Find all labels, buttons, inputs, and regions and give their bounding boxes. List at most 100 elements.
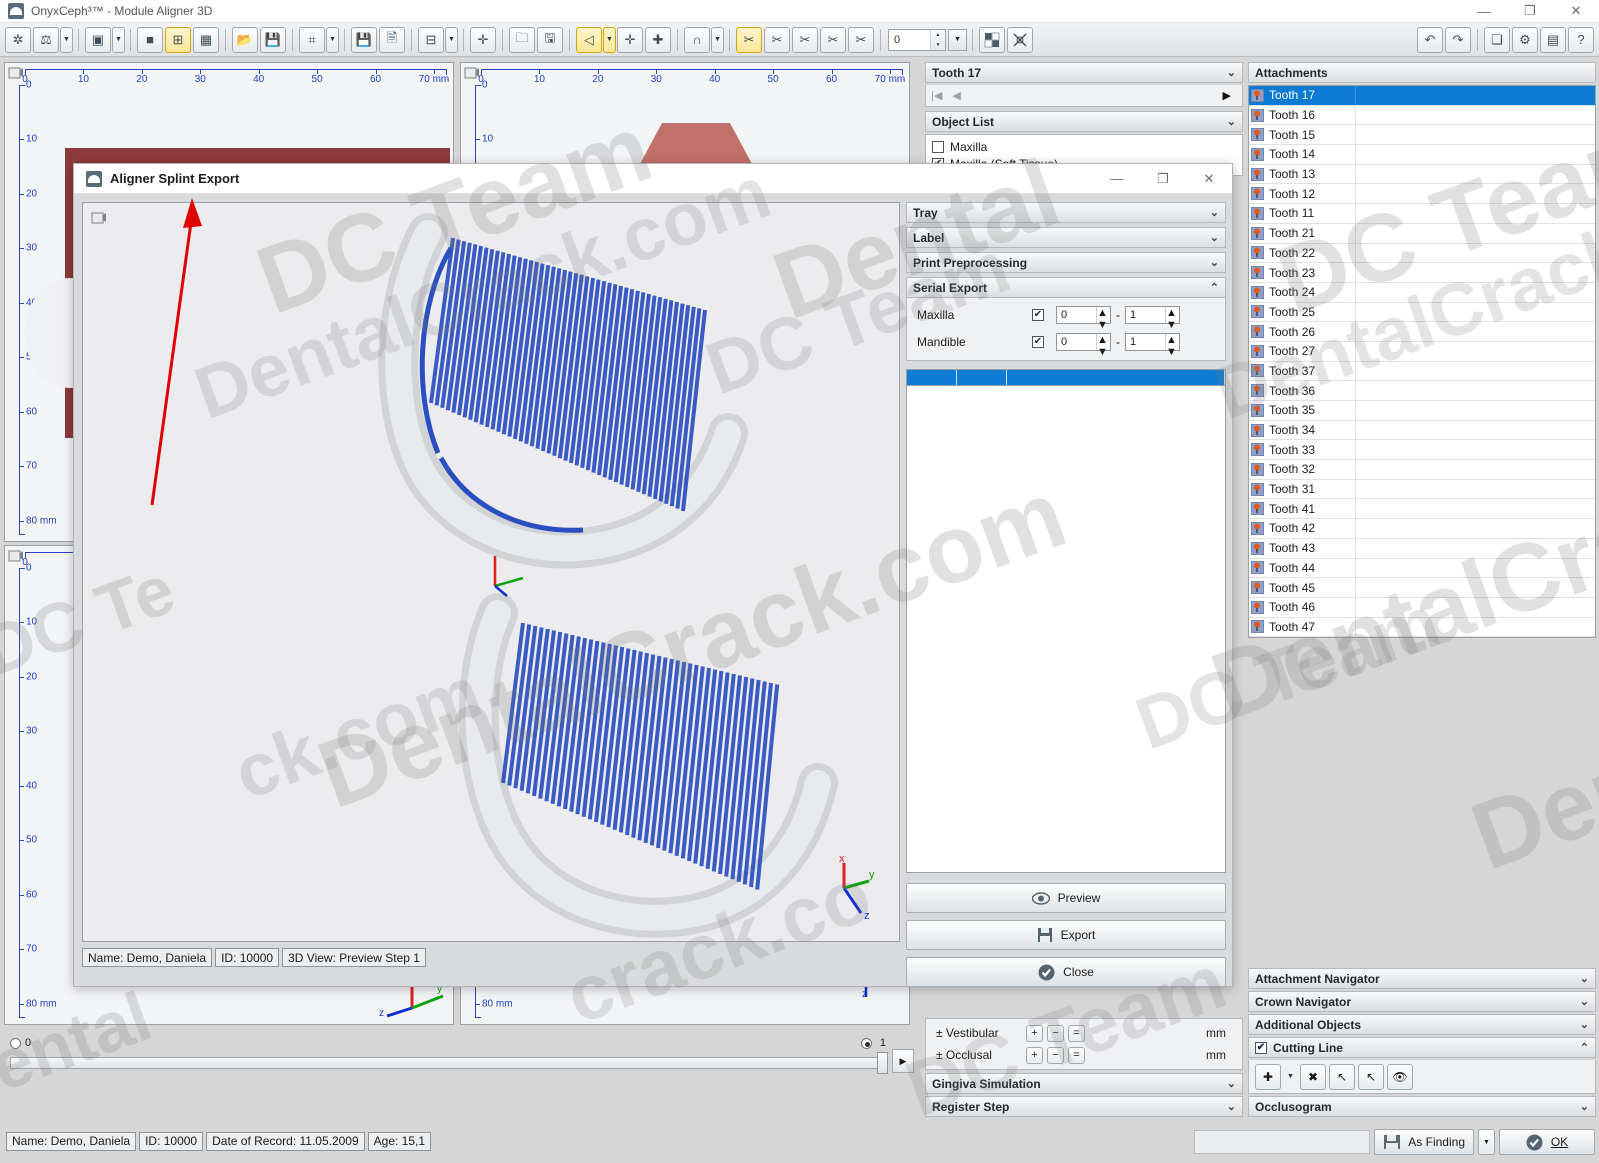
attachments-header[interactable]: Attachments [1248,62,1596,83]
nav-first-button[interactable]: |◀ [931,89,942,102]
timeline-knob[interactable] [877,1052,888,1074]
register-step-header[interactable]: Register Step ⌄ [925,1096,1243,1117]
toggle-visibility-button[interactable]: 👁 [1387,1063,1413,1090]
chevron-down-icon[interactable]: ▼ [1284,1064,1297,1090]
table-row[interactable]: Tooth 25 [1249,302,1595,323]
close-button[interactable]: Close [906,957,1226,987]
maxilla-from-spinbox[interactable]: 0 ▲ ▼ [1056,305,1111,331]
cut-value-dropdown[interactable]: ▼ [948,28,967,51]
occlusal-reset-button[interactable]: = [1068,1046,1085,1064]
chevron-down-icon[interactable]: ⌄ [1227,66,1236,79]
save-preview-tool[interactable]: 💾 [351,26,377,53]
ok-button[interactable]: OK [1499,1129,1595,1155]
preview-button[interactable]: Preview [906,883,1226,913]
maxilla-to-spinbox[interactable]: 1 ▲ ▼ [1125,305,1180,331]
checkbox-export-mandible[interactable]: ✔ [1032,335,1044,348]
table-row[interactable]: Tooth 44 [1249,558,1595,579]
timeline-play-button[interactable]: ▶ [892,1049,914,1073]
table-row[interactable]: Tooth 26 [1249,322,1595,342]
table-row[interactable]: Tooth 37 [1249,361,1595,382]
chevron-down-icon[interactable]: ⌄ [1580,972,1589,985]
add-point-tool[interactable]: ✛ [617,26,643,53]
folder-model-tool[interactable]: 🗀 [509,26,535,53]
vestibular-decrease-button[interactable]: − [1047,1024,1064,1042]
chevron-down-icon[interactable]: ⌄ [1210,206,1219,219]
chevron-down-icon[interactable]: ⌄ [1227,1100,1236,1113]
close-window-button[interactable]: ✕ [1553,0,1599,22]
chevron-down-icon[interactable]: ⌄ [1580,1100,1589,1113]
checkbox-cutting-line[interactable]: ✔ [1255,1041,1267,1054]
chevron-down-icon[interactable]: ⌄ [1227,115,1236,128]
table-row[interactable]: Tooth 32 [1249,460,1595,480]
as-finding-dropdown[interactable]: ▼ [1478,1129,1495,1155]
chevron-down-icon[interactable]: ⌄ [1580,1018,1589,1031]
timeline-start-radio[interactable] [10,1038,21,1049]
cut-y-tool[interactable]: ✂ [792,26,818,53]
mandible-from-spinbox[interactable]: 0 ▲ ▼ [1056,332,1111,358]
chevron-up-icon[interactable]: ⌃ [1580,1041,1589,1054]
section-tray-header[interactable]: Tray ⌄ [906,202,1226,223]
tooth-panel-header[interactable]: Tooth 17 ⌄ [925,62,1243,83]
table-row[interactable]: Tooth 46 [1249,597,1595,618]
3d-cube-tool[interactable]: ▣ [85,26,111,53]
grid-view-layout[interactable]: ▦ [193,26,219,53]
cut-curve-tool[interactable]: ✂ [848,26,874,53]
undo-button[interactable]: ↶ [1417,26,1443,53]
timeline-end-radio[interactable] [861,1038,872,1049]
chevron-down-icon[interactable]: ▼ [112,26,125,53]
checkbox-maxilla[interactable] [932,140,944,153]
table-row[interactable]: Tooth 27 [1249,341,1595,362]
add-cutting-line-button[interactable]: ✚ [1255,1063,1281,1090]
section-cutting-line-header[interactable]: ✔ Cutting Line ⌃ [1248,1037,1596,1058]
chevron-down-icon[interactable]: ⌄ [1210,231,1219,244]
section-attachment-navigator-header[interactable]: Attachment Navigator ⌄ [1248,968,1596,989]
section-occlusogram-header[interactable]: Occlusogram ⌄ [1248,1096,1596,1117]
dialog-close-icon[interactable]: ✕ [1186,164,1232,193]
table-row[interactable]: Tooth 31 [1249,479,1595,500]
dialog-3d-preview[interactable]: x y z [82,202,900,942]
section-print-preprocessing-header[interactable]: Print Preprocessing ⌄ [906,252,1226,273]
open-file-tool[interactable]: 📂 [232,26,258,53]
image-layers-button[interactable]: ❏ [1484,26,1510,53]
table-row[interactable]: Tooth 43 [1249,538,1595,559]
add-help-point-tool[interactable]: ✚ [645,26,671,53]
cut-free-tool[interactable]: ✂ [736,26,762,53]
section-serial-export-header[interactable]: Serial Export ⌃ [906,277,1226,298]
vestibular-increase-button[interactable]: + [1026,1024,1043,1042]
chevron-down-icon[interactable]: ⌄ [1210,256,1219,269]
help-button[interactable]: ? [1568,26,1594,53]
as-finding-button[interactable]: As Finding [1374,1129,1474,1155]
table-row[interactable]: Tooth 17 [1249,86,1595,106]
measure-tool[interactable] [1007,26,1033,53]
save-file-tool[interactable]: 💾 [260,26,286,53]
table-row[interactable]: Tooth 22 [1249,243,1595,264]
chevron-down-icon[interactable]: ▼ [326,26,339,53]
timeline-track[interactable] [10,1057,888,1069]
table-row[interactable]: Tooth 36 [1249,381,1595,401]
frame-tool[interactable]: ⌗ [299,26,325,53]
cut-value-steppers[interactable]: ▲ ▼ [930,29,945,50]
table-row[interactable]: Tooth 33 [1249,440,1595,461]
checker-pattern-tool[interactable] [979,26,1005,53]
articulator-tool[interactable]: ⚖ [33,26,59,53]
asterisk-tool[interactable]: ✲ [5,26,31,53]
table-row[interactable]: Tooth 47 [1249,617,1595,638]
chevron-down-icon[interactable]: ▼ [445,26,458,53]
table-row[interactable]: Tooth 45 [1249,578,1595,598]
occlusal-decrease-button[interactable]: − [1047,1046,1064,1064]
footer-blank-field[interactable] [1194,1130,1371,1154]
nav-next-button[interactable]: ▶ [1223,89,1231,102]
export-table-body[interactable] [906,385,1226,873]
table-row[interactable]: Tooth 12 [1249,184,1595,205]
cut-x-tool[interactable]: ✂ [764,26,790,53]
crosshair-tool[interactable]: ✛ [470,26,496,53]
save-model-tool[interactable]: 🖫 [537,26,563,53]
minimize-button[interactable]: — [1461,0,1507,22]
table-row[interactable]: Tooth 21 [1249,223,1595,244]
section-additional-objects-header[interactable]: Additional Objects ⌄ [1248,1014,1596,1035]
single-view-layout[interactable]: ■ [137,26,163,53]
object-list-item[interactable]: Maxilla [932,138,1236,155]
table-row[interactable]: Tooth 13 [1249,164,1595,185]
magnet-snap-tool[interactable]: ∩ [684,26,710,53]
redo-button[interactable]: ↷ [1445,26,1471,53]
